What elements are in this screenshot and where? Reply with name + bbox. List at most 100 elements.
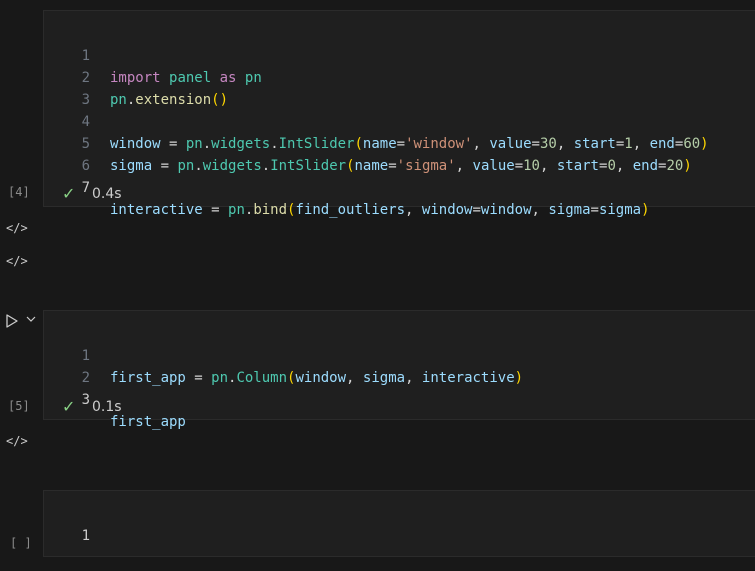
token: import — [110, 70, 161, 86]
token: ) — [683, 158, 692, 174]
line-3[interactable]: 3 — [44, 67, 90, 108]
code-output-icon[interactable]: </> — [6, 434, 28, 448]
token: ) — [641, 202, 650, 218]
token: value — [489, 136, 532, 152]
check-icon: ✓ — [62, 184, 76, 203]
code-cell-3[interactable]: 1 — [43, 490, 755, 557]
token: = — [396, 136, 406, 152]
token: window — [480, 202, 532, 218]
token: = — [202, 202, 229, 218]
token: sigma — [110, 158, 153, 174]
token: 'sigma' — [396, 158, 456, 174]
token: widgets — [202, 158, 262, 174]
token: name — [362, 136, 397, 152]
token: ( — [211, 92, 220, 108]
token: ) — [700, 136, 709, 152]
token: , — [472, 136, 490, 152]
token: extension — [135, 92, 212, 108]
chevron-down-icon[interactable] — [26, 314, 36, 327]
line-2[interactable]: 2 — [44, 345, 90, 386]
token: ) — [219, 92, 229, 108]
token: . — [194, 158, 203, 174]
play-icon — [6, 314, 18, 328]
token: window — [421, 202, 473, 218]
token: window — [295, 370, 347, 386]
token: sigma — [362, 370, 406, 386]
token: Column — [236, 370, 288, 386]
token: = — [388, 158, 397, 174]
token: 1 — [624, 136, 633, 152]
code-output-icon[interactable]: </> — [6, 254, 28, 268]
execution-count: [5] — [8, 399, 30, 413]
token: = — [472, 202, 481, 218]
line-1[interactable]: 1 import panel as pn — [44, 23, 262, 86]
token: . — [202, 136, 212, 152]
token: widgets — [211, 136, 271, 152]
line-2[interactable]: 2 pn.extension() — [44, 45, 228, 108]
token: end — [649, 136, 675, 152]
token: , — [539, 158, 557, 174]
token: , — [346, 370, 363, 386]
line-5[interactable]: 5 sigma = pn.widgets.IntSlider(name='sig… — [44, 111, 692, 174]
chevron-down-icon-svg — [26, 316, 36, 322]
token: find_outliers — [295, 202, 406, 218]
token: start — [573, 136, 616, 152]
token: value — [472, 158, 515, 174]
token: panel — [169, 70, 212, 86]
line-4[interactable]: 4 window = pn.widgets.IntSlider(name='wi… — [44, 89, 709, 152]
token: = — [152, 158, 178, 174]
token: bind — [253, 202, 288, 218]
token: , — [455, 158, 473, 174]
token: , — [405, 370, 422, 386]
line-number: 1 — [81, 528, 90, 544]
line-7[interactable]: 7 interactive = pn.bind(find_outliers, w… — [44, 155, 650, 218]
token: 'window' — [405, 136, 473, 152]
line-1[interactable]: 1 — [44, 503, 90, 544]
token: 20 — [666, 158, 684, 174]
token: . — [270, 136, 279, 152]
token: end — [632, 158, 659, 174]
token: pn — [177, 158, 195, 174]
token: name — [354, 158, 389, 174]
token: 30 — [539, 136, 557, 152]
line-3[interactable]: 3 first_app — [44, 367, 186, 430]
code-cell-2[interactable]: 1 first_app = pn.Column(window, sigma, i… — [43, 310, 755, 430]
token: ) — [514, 370, 524, 386]
token: interactive — [421, 370, 515, 386]
execution-time: 0.1s — [92, 399, 122, 415]
token: 10 — [523, 158, 540, 174]
token: , — [531, 202, 549, 218]
token: IntSlider — [270, 158, 347, 174]
token: = — [514, 158, 524, 174]
token: sigma — [598, 202, 642, 218]
line-1[interactable]: 1 first_app = pn.Column(window, sigma, i… — [44, 323, 524, 386]
token: pn — [211, 370, 229, 386]
token: = — [160, 136, 186, 152]
token: = — [531, 136, 540, 152]
token: pn — [244, 70, 262, 86]
token: window — [110, 136, 161, 152]
execution-count: [4] — [8, 185, 30, 199]
token: as — [219, 70, 237, 86]
token: sigma — [548, 202, 591, 218]
token: interactive — [110, 202, 203, 218]
token: ( — [346, 158, 355, 174]
token: . — [261, 158, 271, 174]
line-6[interactable]: 6 — [44, 133, 90, 174]
token: pn — [228, 202, 245, 218]
token: , — [556, 136, 574, 152]
token: start — [556, 158, 599, 174]
execution-count: [ ] — [10, 536, 32, 550]
execution-time: 0.4s — [92, 186, 122, 202]
token: = — [185, 370, 212, 386]
token: pn — [185, 136, 203, 152]
token: = — [590, 202, 599, 218]
token: , — [405, 202, 422, 218]
code-output-icon[interactable]: </> — [6, 221, 28, 235]
code-cell-1[interactable]: 1 import panel as pn 2 pn.extension() 3 … — [43, 10, 755, 218]
run-cell-button[interactable] — [4, 313, 20, 333]
token: IntSlider — [278, 136, 355, 152]
token: first_app — [110, 370, 186, 386]
